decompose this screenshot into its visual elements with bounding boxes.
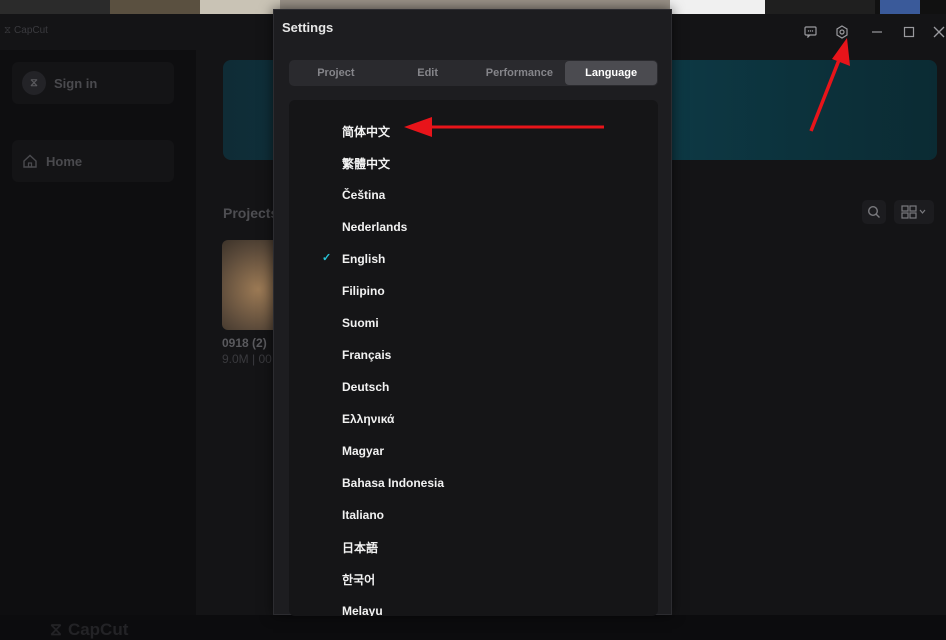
language-option[interactable]: Suomi (289, 307, 658, 339)
sidebar-item-home[interactable]: Home (12, 140, 174, 182)
tab-edit[interactable]: Edit (382, 61, 474, 85)
home-icon (23, 154, 37, 168)
sign-in-label: Sign in (54, 75, 98, 91)
language-label: Magyar (342, 444, 385, 458)
close-icon (933, 26, 945, 38)
language-label: Ελληνικά (342, 412, 395, 426)
settings-button[interactable] (832, 22, 852, 42)
projects-heading: Projects (223, 205, 279, 221)
language-option[interactable]: 繁體中文 (289, 147, 658, 179)
settings-tabs: Project Edit Performance Language (289, 60, 658, 86)
project-name: 0918 (2) (222, 336, 267, 350)
language-label: English (342, 252, 386, 266)
avatar: ⧖ (22, 71, 46, 95)
language-label: Nederlands (342, 220, 408, 234)
language-option[interactable]: Nederlands (289, 211, 658, 243)
feedback-icon (803, 26, 817, 38)
language-list: 简体中文 繁體中文 Čeština Nederlands ✓ English Fi… (289, 100, 658, 616)
search-button[interactable] (862, 200, 886, 224)
language-label: Italiano (342, 508, 385, 522)
language-option[interactable]: Deutsch (289, 371, 658, 403)
language-option[interactable]: 日本語 (289, 531, 658, 563)
capcut-logo-icon: ⧖ (30, 76, 38, 89)
capcut-logo-icon: ⧖ (50, 620, 62, 639)
language-option[interactable]: Ελληνικά (289, 403, 658, 435)
maximize-button[interactable] (899, 22, 919, 42)
capcut-logo-icon: ⧖ (4, 25, 12, 36)
language-label: Suomi (342, 316, 379, 330)
sidebar: ⧖ Sign in Home ⧖ CapCut (0, 50, 196, 639)
checkmark-icon: ✓ (322, 252, 332, 264)
footer-logo-text: CapCut (67, 620, 129, 639)
language-label: Filipino (342, 284, 385, 298)
tab-project[interactable]: Project (290, 61, 382, 85)
language-label: 日本語 (342, 540, 379, 555)
language-option[interactable]: 한국어 (289, 563, 658, 595)
language-option[interactable]: Magyar (289, 435, 658, 467)
language-option[interactable]: 简体中文 (289, 115, 658, 147)
language-option[interactable]: Čeština (289, 179, 658, 211)
sidebar-item-label: Home (46, 153, 83, 169)
settings-dialog: Settings Project Edit Performance Langua… (273, 9, 672, 616)
language-option[interactable]: Filipino (289, 275, 658, 307)
language-option[interactable]: Français (289, 339, 658, 371)
language-label: Čeština (342, 188, 386, 202)
language-label: 简体中文 (342, 124, 391, 139)
tab-performance[interactable]: Performance (474, 61, 566, 85)
maximize-icon (903, 26, 915, 38)
tab-language[interactable]: Language (565, 61, 657, 85)
minimize-icon (872, 31, 882, 33)
app-logo: ⧖ CapCut (4, 25, 48, 36)
grid-view-icon (901, 205, 926, 219)
view-mode-dropdown[interactable] (894, 200, 934, 224)
language-label: Bahasa Indonesia (342, 476, 445, 490)
language-option[interactable]: Italiano (289, 499, 658, 531)
language-label: Français (342, 348, 392, 362)
app-logo-text: CapCut (14, 25, 48, 36)
feedback-button[interactable] (800, 22, 820, 42)
footer-logo: ⧖ CapCut (50, 620, 128, 640)
language-option[interactable]: Bahasa Indonesia (289, 467, 658, 499)
dialog-title: Settings (282, 20, 334, 35)
language-label: 한국어 (342, 572, 376, 587)
language-option[interactable]: Melayu (289, 595, 658, 616)
language-label: 繁體中文 (342, 156, 391, 171)
language-label: Deutsch (342, 380, 390, 394)
language-label: Melayu (342, 604, 383, 616)
project-meta: 9.0M | 00 (222, 352, 272, 366)
close-button[interactable] (929, 22, 946, 42)
minimize-button[interactable] (867, 22, 887, 42)
search-icon (867, 205, 880, 218)
language-option-selected[interactable]: ✓ English (289, 243, 658, 275)
settings-gear-icon (836, 25, 848, 39)
sign-in-button[interactable]: ⧖ Sign in (12, 62, 174, 104)
